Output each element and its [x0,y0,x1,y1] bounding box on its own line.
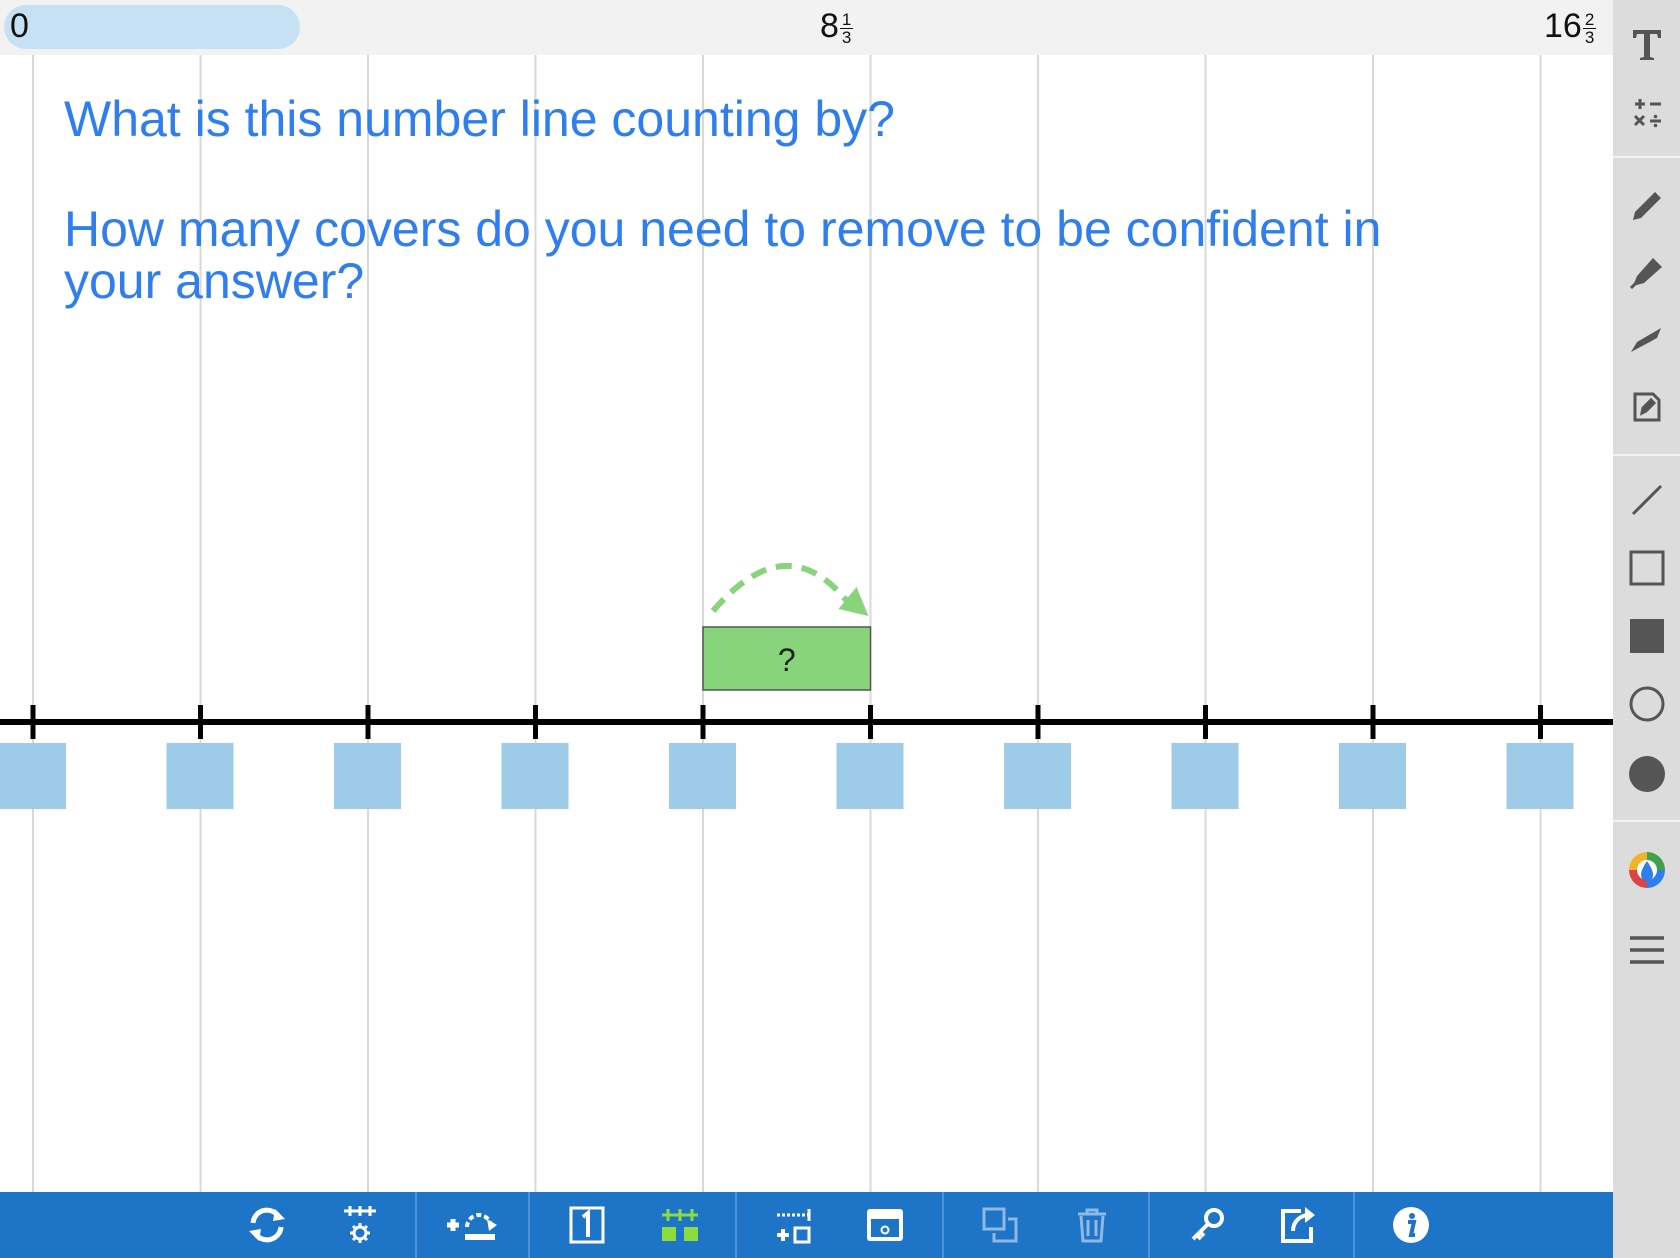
rectangle-filled-tool[interactable] [1613,608,1680,664]
number-label-icon [569,1206,605,1244]
label-cover[interactable] [1171,743,1239,809]
axis-mid-label: 813 [820,7,854,47]
label-cover[interactable] [836,743,904,809]
jump-arrow[interactable] [710,563,851,613]
line-icon [1631,484,1662,516]
highlighter-icon [1629,258,1662,290]
cover-tool-icon [867,1209,903,1241]
rectangle-filled-icon [1629,619,1664,653]
axis-range-bar: 0 813 16 2 3 [0,0,1613,55]
duplicate-icon [982,1207,1018,1243]
circle-filled-icon [1628,756,1665,792]
covers-icon [662,1209,698,1241]
circle-outline-icon [1629,686,1664,722]
settings-icon [344,1206,376,1243]
settings-button[interactable] [325,1192,395,1258]
text-icon [1632,30,1661,60]
bottom-toolbar [0,1192,1613,1258]
question-2-line-2: your answer? [64,253,365,309]
question-2-line-1: How many covers do you need to remove to… [64,201,1382,257]
label-cover[interactable] [166,743,234,809]
axis-end-label: 16 2 3 [1544,7,1597,47]
label-cover[interactable] [1004,743,1071,809]
add-tick-button[interactable] [760,1192,830,1258]
pen-tool[interactable] [1613,176,1680,232]
duplicate-button[interactable] [965,1192,1035,1258]
refresh-button[interactable] [232,1192,302,1258]
share-icon [1281,1207,1315,1243]
color-picker-icon [1628,852,1665,888]
label-cover[interactable] [1339,743,1406,809]
color-picker-tool[interactable] [1613,842,1680,898]
axis-start-label: 0 [10,7,29,45]
add-jump-icon [447,1213,497,1240]
covers-button[interactable] [645,1192,715,1258]
refresh-icon [249,1207,285,1243]
rectangle-outline-tool[interactable] [1613,540,1680,596]
number-line-canvas[interactable]: ? What is this number line counting by? … [0,55,1613,1192]
question-1: What is this number line counting by? [64,91,895,147]
jump-label: ? [778,642,796,678]
rectangle-outline-icon [1629,550,1664,586]
text-tool[interactable] [1613,16,1680,72]
trash-icon [1078,1208,1106,1243]
math-tool[interactable] [1613,84,1680,140]
jump-arrowhead [838,587,869,616]
circle-filled-tool[interactable] [1613,746,1680,802]
highlighter-tool[interactable] [1613,242,1680,298]
key-icon [1191,1208,1224,1241]
edit-note-icon [1633,392,1660,422]
add-tick-icon [777,1209,811,1244]
label-cover[interactable] [0,743,66,809]
pen-icon [1632,192,1661,220]
info-icon [1393,1207,1429,1243]
label-cover[interactable] [669,743,736,809]
circle-outline-tool[interactable] [1613,676,1680,732]
label-cover[interactable] [501,743,569,809]
trash-button[interactable] [1057,1192,1127,1258]
toolbar-corner [1613,1192,1680,1258]
eraser-icon [1630,328,1661,352]
menu-icon [1629,936,1664,964]
label-cover[interactable] [334,743,401,809]
right-toolbar [1613,0,1680,1192]
info-button[interactable] [1376,1192,1446,1258]
line-tool[interactable] [1613,472,1680,528]
menu-tool[interactable] [1613,922,1680,978]
cover-tool-button[interactable] [850,1192,920,1258]
math-operations-icon [1633,99,1661,128]
add-jump-button[interactable] [438,1192,508,1258]
label-cover[interactable] [1506,743,1574,809]
eraser-tool[interactable] [1613,310,1680,366]
key-button[interactable] [1172,1192,1242,1258]
range-slider[interactable] [4,5,300,49]
edit-note-tool[interactable] [1613,378,1680,434]
share-button[interactable] [1262,1192,1332,1258]
number-label-button[interactable] [552,1192,622,1258]
